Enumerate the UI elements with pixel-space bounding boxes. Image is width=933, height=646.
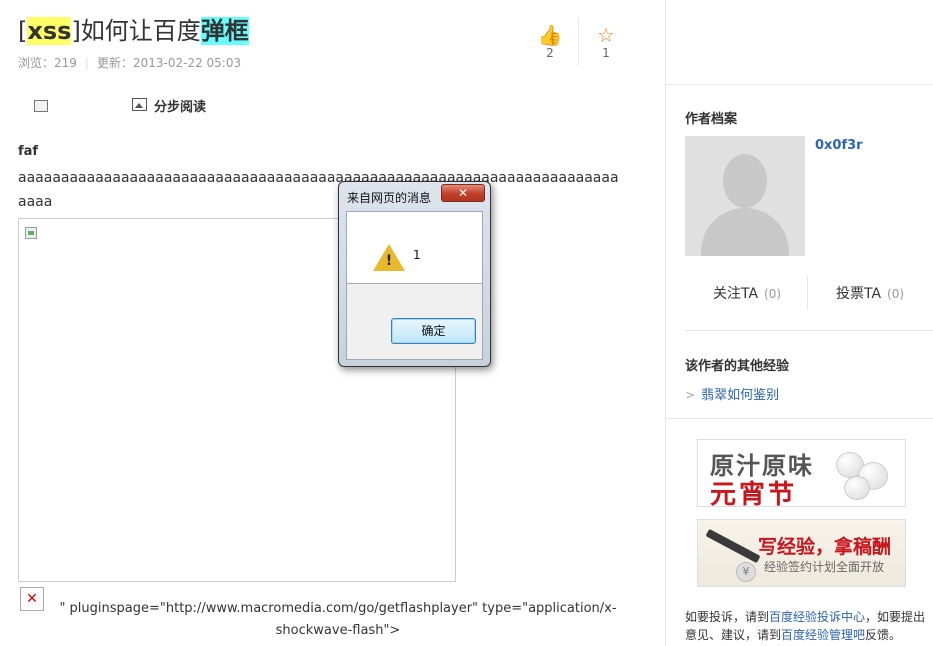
image-icon[interactable] <box>132 98 147 111</box>
dialog-close-button[interactable]: ✕ <box>441 184 485 202</box>
complaint-center-link[interactable]: 百度经验投诉中心 <box>769 610 865 624</box>
like-count: 2 <box>546 46 554 60</box>
content-heading: faf <box>18 144 39 159</box>
full-view-icon[interactable] <box>34 100 48 112</box>
article-main: [xss]如何让百度弹框 浏览：219 | 更新：2013-02-22 05:03 … <box>0 0 665 646</box>
follow-count: (0) <box>764 287 782 301</box>
warning-icon-mark: ! <box>385 253 393 269</box>
sidebar-divider-2 <box>666 418 933 419</box>
title-highlight-tankuang: 弹框 <box>200 17 249 45</box>
ok-button[interactable]: 确定 <box>391 318 476 344</box>
sidebar: 作者档案 0x0f3r 关注TA (0) 投票TA (0) 该作者的其他经验 > 翡翠… <box>665 0 933 646</box>
author-heading: 作者档案 <box>685 112 738 127</box>
content-text: aaaaaaaaaaaaaaaaaaaaaaaaaaaaaaaaaaaaaaaa… <box>18 170 619 210</box>
avatar-head-shape <box>723 154 767 208</box>
yen-coin-icon: ¥ <box>736 562 756 582</box>
management-bar-link[interactable]: 百度经验管理吧 <box>781 628 865 642</box>
avatar-body-shape <box>701 208 789 256</box>
writing-contract-banner[interactable]: ¥ 写经验，拿稿酬 经验签约计划全面开放 <box>697 519 906 587</box>
broken-plugin-icon: ✕ <box>20 587 44 611</box>
vote-author-button[interactable]: 投票TA (0) <box>836 283 904 303</box>
dialog-title: 来自网页的消息 <box>347 191 432 205</box>
thumbs-up-icon: 👍 <box>537 23 563 47</box>
step-read-button[interactable]: 分步阅读 <box>154 96 206 115</box>
article-meta: 浏览：219 | 更新：2013-02-22 05:03 <box>18 54 241 71</box>
broken-image-icon <box>25 227 37 239</box>
embed-source-text: " pluginspage="http://www.macromedia.com… <box>59 601 617 638</box>
views-count: 219 <box>54 56 77 70</box>
banner2-top-text: 写经验，拿稿酬 <box>758 536 892 558</box>
star-icon: ☆ <box>597 23 615 47</box>
updated-label: 更新： <box>96 56 133 70</box>
favorite-count: 1 <box>602 46 610 60</box>
feedback-text: 如要投诉，请到百度经验投诉中心，如要提出意见、建议，请到百度经验管理吧反馈。 <box>685 608 930 644</box>
title-prefix: [ <box>18 17 28 45</box>
follow-button[interactable]: 关注TA (0) <box>713 283 781 303</box>
sidebar-top-area <box>666 0 933 85</box>
page-title: [xss]如何让百度弹框 <box>18 14 249 48</box>
favorite-button[interactable]: ☆ 1 <box>586 24 626 60</box>
avatar[interactable] <box>685 136 805 256</box>
alert-dialog: 来自网页的消息 ✕ ! 1 确定 <box>338 181 491 367</box>
vote-count: (0) <box>887 287 905 301</box>
other-experience-heading: 该作者的其他经验 <box>685 359 790 374</box>
like-button[interactable]: 👍 2 <box>530 24 570 60</box>
feedback-text-part3: 反馈。 <box>865 628 902 642</box>
sidebar-button-divider <box>807 276 808 310</box>
feedback-text-part1: 如要投诉，请到 <box>685 610 770 624</box>
dialog-footer: 确定 <box>346 284 483 360</box>
other-experience-label: 翡翠如何鉴别 <box>701 388 780 403</box>
sidebar-divider <box>685 330 933 331</box>
banner2-bottom-text: 经验签约计划全面开放 <box>764 560 885 574</box>
views-label: 浏览： <box>18 56 55 70</box>
lantern-festival-banner[interactable]: 原汁原味 元宵节 <box>697 439 906 507</box>
updated-time: 2013-02-22 05:03 <box>132 56 242 70</box>
title-middle: ]如何让百度 <box>71 17 201 45</box>
vote-divider <box>578 18 579 66</box>
title-highlight-xss: xss <box>27 17 72 45</box>
vote-label: 投票TA <box>836 286 882 302</box>
banner1-bottom-text: 元宵节 <box>710 480 798 507</box>
author-username[interactable]: 0x0f3r <box>815 138 863 153</box>
tangyuan-icon <box>844 476 870 500</box>
follow-label: 关注TA <box>713 286 759 302</box>
fountain-pen-icon <box>705 528 761 564</box>
dialog-body: ! 1 <box>346 211 483 284</box>
dialog-message: 1 <box>413 248 421 262</box>
other-experience-link[interactable]: > 翡翠如何鉴别 <box>685 384 779 403</box>
meta-separator: | <box>84 56 89 70</box>
chevron-right-icon: > <box>685 388 696 402</box>
